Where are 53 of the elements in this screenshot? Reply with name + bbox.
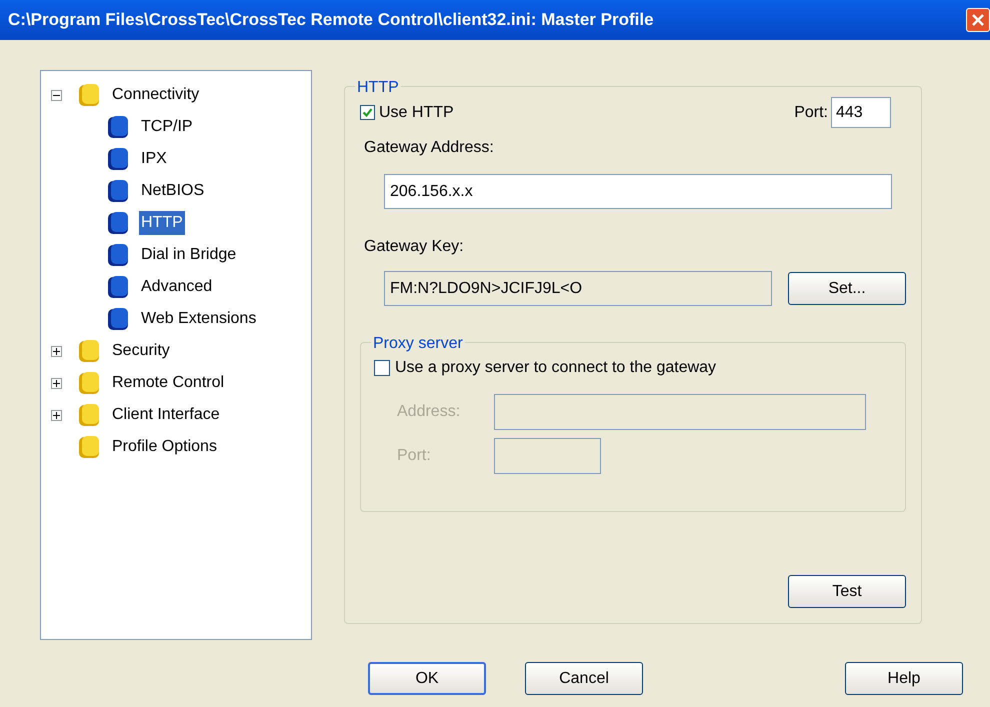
set-button[interactable]: Set... [788, 272, 906, 305]
tree-item[interactable]: TCP/IP [139, 115, 195, 139]
checkbox-label: Use HTTP [379, 102, 454, 122]
test-button[interactable]: Test [788, 575, 906, 608]
folder-icon [107, 211, 129, 235]
checkbox[interactable] [360, 105, 375, 120]
port-label: Port: [794, 102, 828, 122]
check-icon [362, 107, 373, 118]
gateway-key-label: Gateway Key: [364, 237, 465, 257]
tree-item[interactable]: IPX [139, 147, 169, 171]
tree-item[interactable]: NetBIOS [139, 179, 206, 203]
tree-item[interactable]: HTTP [139, 211, 185, 235]
plus-icon [53, 348, 60, 354]
tree-item[interactable]: Connectivity [110, 83, 202, 107]
close-icon [971, 13, 985, 27]
window-title: C:\Program Files\CrossTec\CrossTec Remote Control\client32.ini: Master Profile [8, 9, 654, 32]
port-field[interactable]: 443 [831, 97, 891, 128]
expand-toggle[interactable] [51, 378, 62, 388]
port-label: Port: [396, 446, 432, 466]
folder-icon [107, 307, 129, 331]
checkbox-label: Use a proxy server to connect to the gateway [395, 358, 716, 378]
close-button[interactable] [966, 8, 990, 32]
tree-item[interactable]: Security [110, 339, 172, 363]
collapse-toggle[interactable] [51, 90, 62, 100]
expand-toggle[interactable] [51, 410, 62, 420]
expand-toggle[interactable] [51, 346, 62, 356]
address-label: Address: [396, 402, 462, 422]
gateway-address-label: Gateway Address: [364, 138, 495, 158]
folder-icon [78, 339, 100, 363]
tree-item[interactable]: Advanced [139, 275, 214, 299]
folder-icon [107, 147, 129, 171]
folder-icon [78, 403, 100, 427]
gateway-key-field[interactable]: FM:N?LDO9N>JCIFJ9L<O [384, 271, 772, 306]
tree-item[interactable]: Client Interface [110, 403, 222, 427]
folder-icon [107, 275, 129, 299]
folder-icon [78, 371, 100, 395]
plus-icon [53, 380, 60, 386]
tree-item[interactable]: Dial in Bridge [139, 243, 238, 267]
dialog-button[interactable]: Help [845, 662, 963, 695]
folder-icon [107, 179, 129, 203]
dialog-button[interactable]: OK [368, 662, 486, 695]
gateway-address-field[interactable]: 206.156.x.x [384, 174, 892, 209]
folder-icon [78, 83, 100, 107]
proxy-address-field[interactable] [494, 394, 866, 430]
tree-item[interactable]: Web Extensions [139, 307, 258, 331]
folder-icon [107, 243, 129, 267]
folder-icon [78, 435, 100, 459]
tree-item[interactable]: Profile Options [110, 435, 219, 459]
tree-item[interactable]: Remote Control [110, 371, 226, 395]
plus-icon [53, 412, 60, 418]
folder-icon [107, 115, 129, 139]
proxy-port-field[interactable] [494, 438, 601, 474]
dialog-button[interactable]: Cancel [525, 662, 643, 695]
